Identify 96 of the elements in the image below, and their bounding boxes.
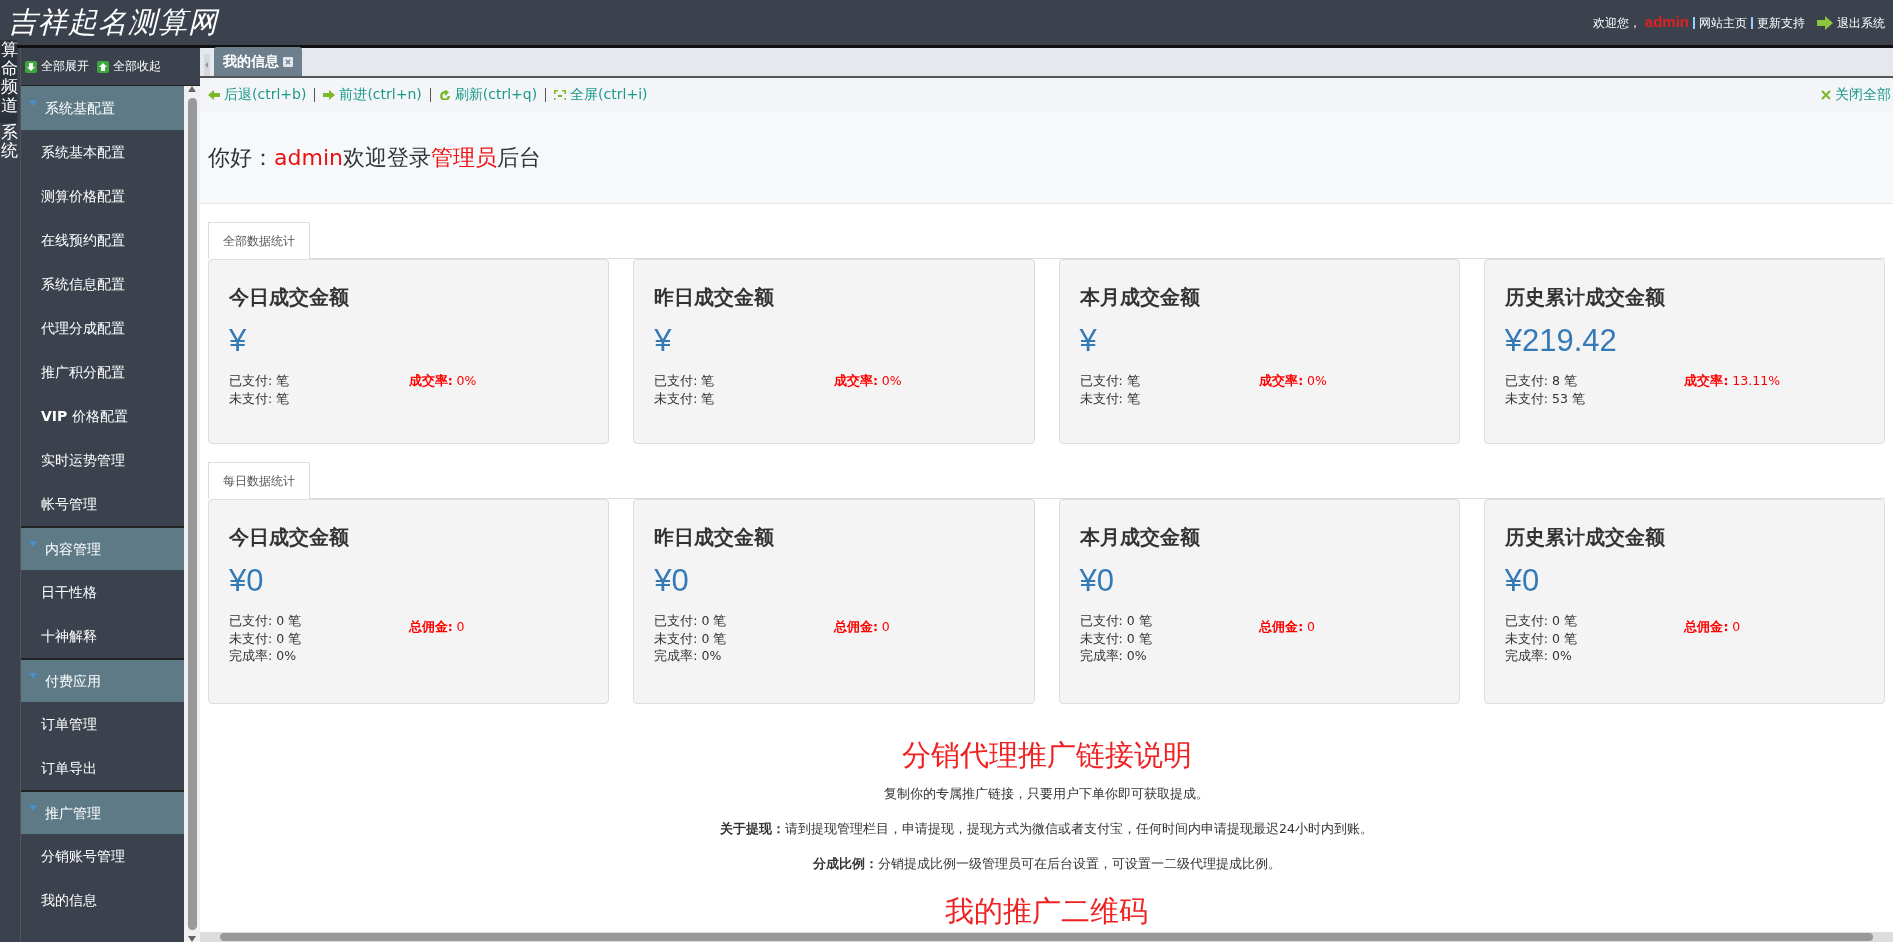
sidebar-item[interactable]: 帐号管理	[41, 493, 97, 515]
sidebar-item[interactable]: 实时运势管理	[41, 449, 125, 471]
sidebar-item[interactable]: 系统基本配置	[41, 141, 125, 163]
stat-text: 已支付: 8 笔	[1504, 372, 1578, 390]
refresh-icon	[438, 89, 451, 100]
stat-text: 已支付: 笔	[229, 372, 291, 390]
stat-text: 已支付: 0 笔	[654, 612, 728, 630]
sidebar-group-header[interactable]: 付费应用	[21, 658, 184, 702]
stat-text: 未支付: 笔	[654, 389, 716, 408]
site-logo: 吉祥起名测算网	[8, 3, 218, 41]
channel-tab[interactable]: 系统	[0, 122, 17, 169]
rate-text: 成交率: 0%	[408, 372, 477, 391]
sidebar-item[interactable]: 订单导出	[41, 757, 97, 779]
stat-text: 完成率: 0%	[1504, 647, 1573, 665]
card-title: 历史累计成交金额	[1504, 283, 1666, 311]
stat-text: 已支付: 0 笔	[1504, 612, 1578, 630]
promo-title: 分销代理推广链接说明	[900, 736, 1193, 774]
sidebar-item[interactable]: 分销账号管理	[41, 845, 125, 867]
sidebar-item[interactable]: 代理分成配置	[41, 317, 125, 339]
caret-icon	[29, 100, 37, 106]
rate-text: 总佣金: 0	[1259, 618, 1316, 637]
amount-text: ¥0	[229, 561, 265, 600]
sidebar-item[interactable]: 十神解释	[41, 625, 97, 647]
header-link[interactable]: 网站主页	[1699, 13, 1747, 32]
stat-text: 完成率: 0%	[229, 647, 297, 665]
stat-text: 完成率: 0%	[654, 647, 723, 665]
caret-icon	[29, 805, 37, 811]
greeting-text: 你好：admin欢迎登录管理员后台	[208, 143, 541, 172]
up-arrow-icon	[188, 86, 196, 92]
down-arrow-icon	[188, 936, 196, 942]
right-arrow-icon	[323, 89, 336, 100]
amount-text: ¥0	[1504, 561, 1541, 600]
stat-text: 未支付: 笔	[229, 389, 291, 408]
down-arrow-icon	[25, 60, 37, 73]
caret-icon	[29, 541, 37, 547]
sidebar-item[interactable]: 系统信息配置	[41, 273, 125, 295]
close-icon	[1821, 89, 1831, 100]
rate-text: 成交率: 13.11%	[1684, 372, 1780, 391]
rate-text: 总佣金: 0	[1684, 618, 1741, 637]
stat-text: 已支付: 0 笔	[229, 612, 303, 630]
card-title: 本月成交金额	[1079, 523, 1201, 551]
left-arrow-icon	[208, 89, 220, 100]
card-title: 今日成交金额	[229, 283, 350, 311]
page-tab[interactable]: 我的信息	[214, 47, 302, 76]
amount-text: ¥219.42	[1504, 321, 1618, 360]
card-title: 本月成交金额	[1079, 283, 1201, 311]
caret-icon	[29, 673, 37, 679]
logout-link[interactable]: 退出系统	[1817, 13, 1885, 32]
stat-text: 未支付: 0 笔	[229, 629, 303, 648]
sidebar-item[interactable]: 我的信息	[41, 889, 97, 911]
channel-tab[interactable]: 算命频道	[0, 40, 17, 123]
sidebar-item[interactable]: 在线预约配置	[41, 229, 125, 251]
stat-text: 未支付: 笔	[1079, 389, 1141, 408]
fullscreen-icon	[554, 89, 567, 100]
info-text: 分成比例：分销提成比例一级管理员可在后台设置，可设置一二级代理提成比例。	[811, 854, 1282, 873]
amount-text: ¥	[229, 321, 248, 360]
close-icon	[283, 56, 293, 67]
arrow-icon	[1817, 15, 1833, 30]
up-arrow-icon	[97, 60, 109, 73]
stat-text: 未支付: 0 笔	[1504, 629, 1578, 648]
rate-text: 成交率: 0%	[1259, 372, 1327, 391]
amount-text: ¥0	[654, 561, 690, 600]
amount-text: ¥	[654, 321, 673, 360]
header-link[interactable]: 更新支持	[1757, 13, 1805, 32]
intro-text: 复制你的专属推广链接，只要用户下单你即可获取提成。	[883, 785, 1210, 804]
stat-text: 完成率: 0%	[1079, 647, 1148, 665]
stat-text: 未支付: 0 笔	[1079, 629, 1153, 648]
sidebar-group-header[interactable]: 系统基配置	[21, 86, 184, 130]
sidebar-item[interactable]: 订单管理	[41, 713, 97, 735]
stat-text: 已支付: 笔	[654, 372, 716, 390]
card-title: 昨日成交金额	[654, 523, 776, 551]
rate-text: 总佣金: 0	[408, 618, 465, 637]
section-tab[interactable]: 全部数据统计	[208, 221, 310, 259]
section-tab[interactable]: 每日数据统计	[208, 461, 310, 499]
rate-text: 总佣金: 0	[833, 618, 890, 637]
sidebar-toggle-link[interactable]: 全部收起	[97, 57, 161, 76]
stat-text: 未支付: 0 笔	[654, 629, 728, 648]
card-title: 昨日成交金额	[654, 283, 776, 311]
stat-text: 已支付: 0 笔	[1079, 612, 1153, 630]
sidebar-group-header[interactable]: 内容管理	[21, 526, 184, 570]
stat-text: 未支付: 53 笔	[1504, 389, 1586, 408]
stat-text: 已支付: 笔	[1079, 372, 1141, 390]
sidebar-group-header[interactable]: 推广管理	[21, 790, 184, 834]
rate-text: 成交率: 0%	[833, 372, 902, 391]
sidebar-item[interactable]: 推广积分配置	[41, 361, 125, 383]
card-title: 历史累计成交金额	[1504, 523, 1666, 551]
amount-text: ¥	[1079, 321, 1098, 360]
sidebar-item[interactable]: 日干性格	[41, 581, 97, 603]
info-text: 关于提现：请到提现管理栏目，申请提现，提现方式为微信或者支付宝，任何时间内申请提现最迟24小时内到账。	[719, 820, 1374, 839]
welcome-text: 欢迎您，	[1592, 14, 1641, 32]
section-title: 我的推广二维码	[944, 892, 1149, 930]
sidebar-toggle-link[interactable]: 全部展开	[25, 57, 89, 76]
card-title: 今日成交金额	[229, 523, 350, 551]
amount-text: ¥0	[1079, 561, 1115, 600]
sidebar-item[interactable]: VIP 价格配置	[41, 405, 128, 427]
sidebar-item[interactable]: 测算价格配置	[41, 185, 125, 207]
